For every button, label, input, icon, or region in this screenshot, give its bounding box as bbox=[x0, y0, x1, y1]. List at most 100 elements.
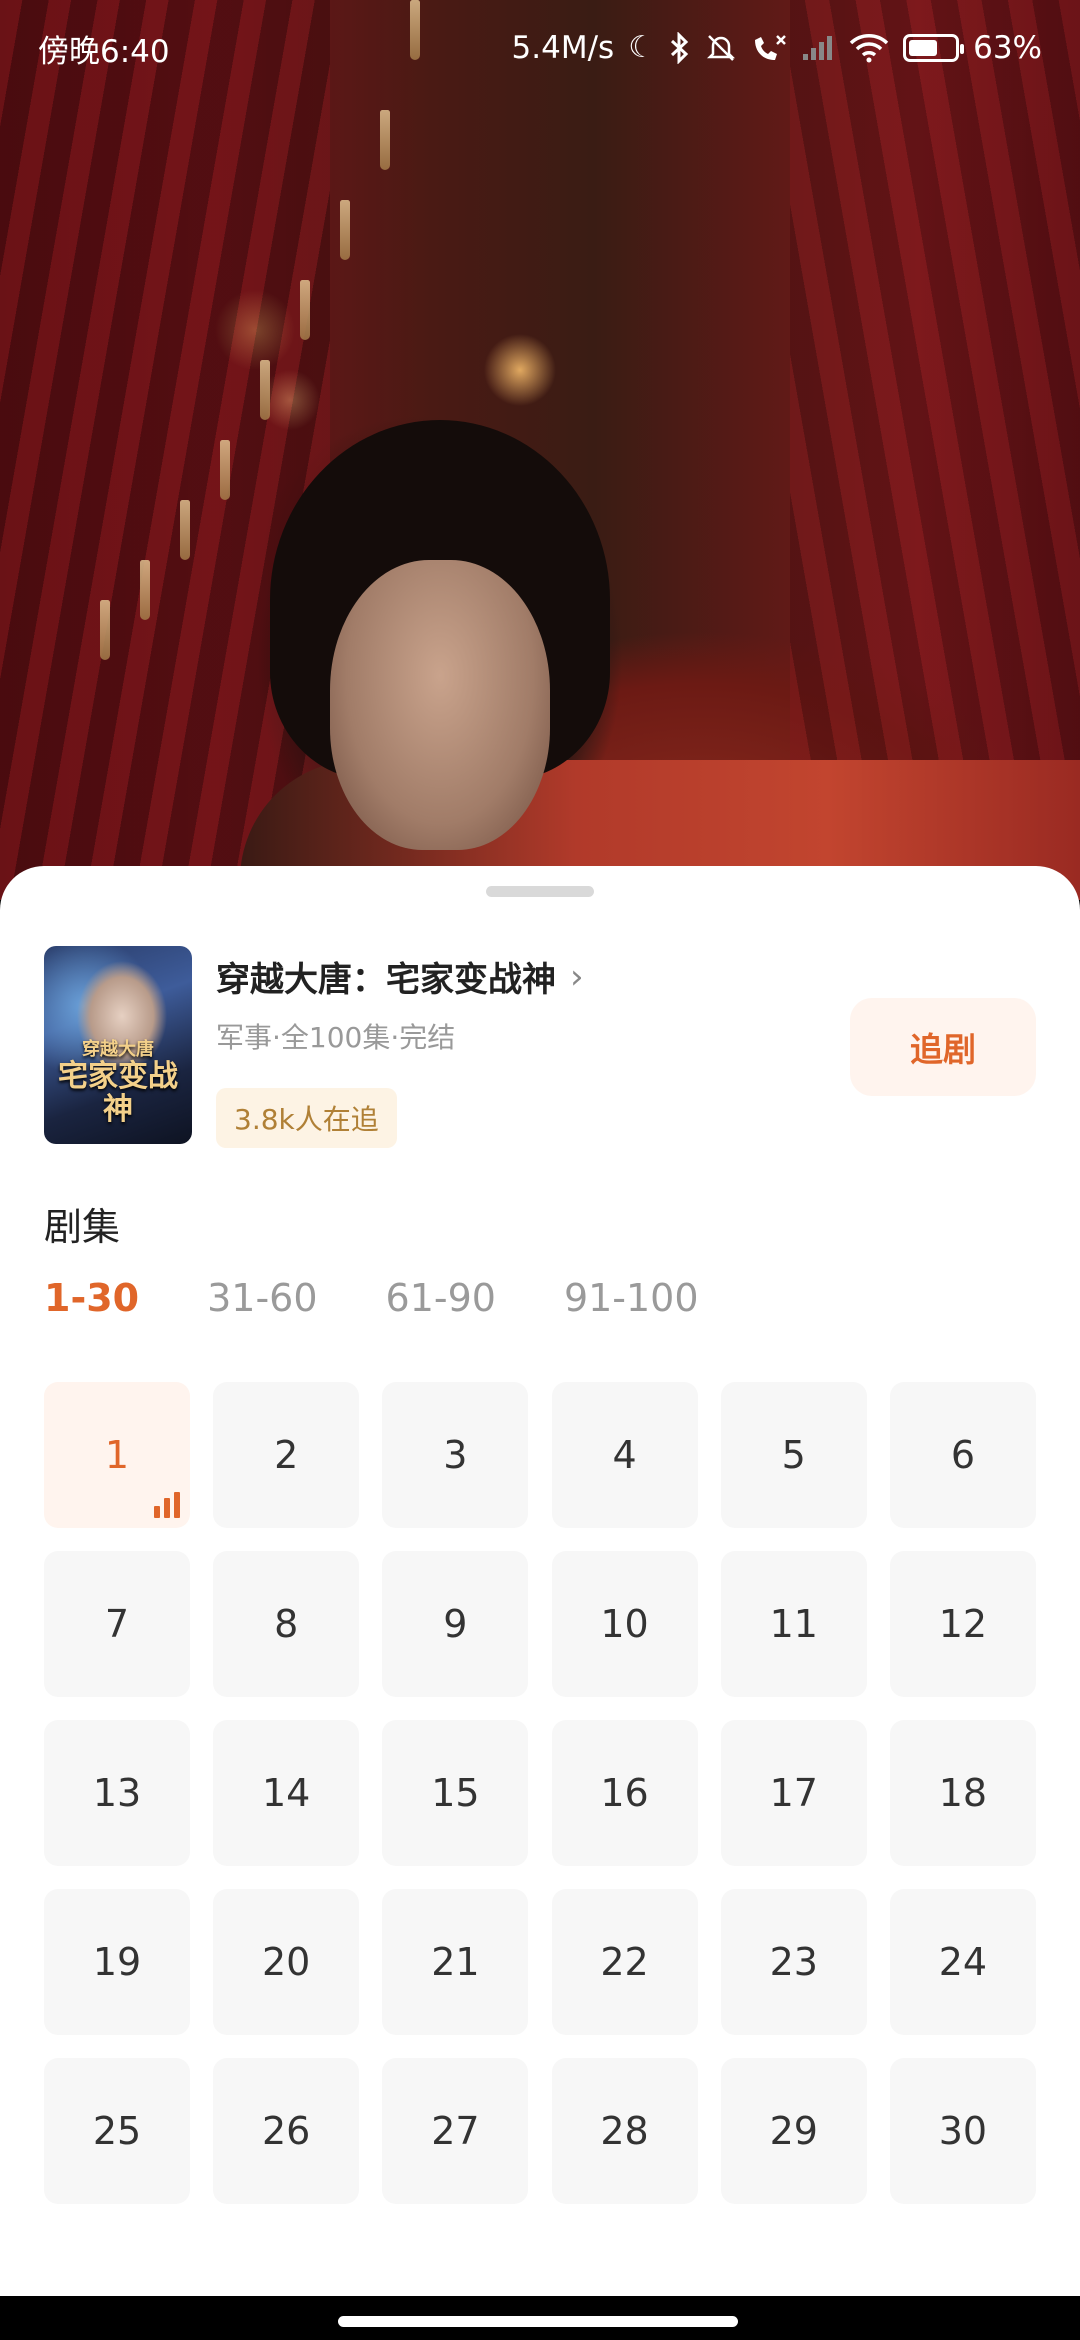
now-playing-icon bbox=[154, 1492, 180, 1518]
episode-number: 14 bbox=[262, 1771, 311, 1815]
episodes-section-title: 剧集 bbox=[44, 1205, 121, 1249]
episode-tile[interactable]: 5 bbox=[720, 1382, 867, 1528]
episode-number: 28 bbox=[600, 2109, 649, 2153]
poster-title-line2: 宅家变战神 bbox=[58, 1059, 178, 1127]
episode-tile[interactable]: 6 bbox=[889, 1382, 1036, 1528]
moon-icon: ☾ bbox=[628, 30, 656, 65]
wifi-icon bbox=[849, 34, 889, 63]
poster-title-line1: 穿越大唐 bbox=[82, 1039, 154, 1061]
episode-number: 1 bbox=[104, 1433, 130, 1477]
episode-tile[interactable]: 21 bbox=[382, 1889, 529, 2035]
episode-tile[interactable]: 14 bbox=[213, 1720, 360, 1866]
episode-tile[interactable]: 3 bbox=[382, 1382, 529, 1528]
tab-range-61-90[interactable]: 61-90 bbox=[386, 1276, 496, 1320]
episode-number: 24 bbox=[938, 1940, 988, 1984]
episode-tile[interactable]: 9 bbox=[382, 1551, 529, 1697]
episode-tile[interactable]: 10 bbox=[551, 1551, 698, 1697]
episode-number: 23 bbox=[769, 1940, 818, 1984]
signal-icon bbox=[803, 36, 833, 60]
episode-tile[interactable]: 16 bbox=[551, 1720, 698, 1866]
episode-number: 11 bbox=[769, 1602, 818, 1646]
episode-number: 19 bbox=[92, 1940, 142, 1984]
episode-tile[interactable]: 27 bbox=[382, 2058, 529, 2204]
episode-tile[interactable]: 2 bbox=[213, 1382, 360, 1528]
episode-tile[interactable]: 28 bbox=[551, 2058, 698, 2204]
episode-tile[interactable]: 20 bbox=[213, 1889, 360, 2035]
tassel bbox=[340, 200, 350, 260]
drama-title-link[interactable]: 穿越大唐：宅家变战神 › bbox=[216, 952, 584, 1001]
episode-number: 9 bbox=[443, 1602, 468, 1646]
tassel bbox=[180, 500, 190, 560]
episode-tile[interactable]: 12 bbox=[889, 1551, 1036, 1697]
episode-tile[interactable]: 13 bbox=[44, 1720, 190, 1866]
episode-sheet: 穿越大唐 宅家变战神 穿越大唐：宅家变战神 › 军事·全100集·完结 3.8k… bbox=[0, 866, 1080, 2296]
episode-number: 25 bbox=[92, 2109, 142, 2153]
bell-muted-icon bbox=[707, 35, 736, 61]
episode-tile[interactable]: 17 bbox=[720, 1720, 867, 1866]
episode-range-tabs: 1-30 31-60 61-90 91-100 bbox=[44, 1276, 699, 1320]
video-player[interactable] bbox=[0, 0, 1080, 900]
actor-face bbox=[330, 560, 550, 850]
tassel bbox=[100, 600, 110, 660]
follow-button[interactable]: 追剧 bbox=[850, 998, 1036, 1096]
call-missed-icon bbox=[755, 35, 786, 60]
episode-tile[interactable]: 22 bbox=[551, 1889, 698, 2035]
battery-percent: 63% bbox=[973, 30, 1042, 66]
episode-number: 18 bbox=[938, 1771, 988, 1815]
episode-tile[interactable]: 24 bbox=[889, 1889, 1036, 2035]
episode-tile[interactable]: 7 bbox=[44, 1551, 190, 1697]
episode-number: 20 bbox=[262, 1940, 311, 1984]
curtain-right bbox=[790, 0, 1080, 780]
episode-number: 2 bbox=[274, 1433, 299, 1477]
episode-tile[interactable]: 4 bbox=[551, 1382, 698, 1528]
episode-number: 3 bbox=[443, 1433, 468, 1477]
episode-tile[interactable]: 15 bbox=[382, 1720, 529, 1866]
episode-number: 15 bbox=[431, 1771, 480, 1815]
tassel bbox=[140, 560, 150, 620]
episode-tile[interactable]: 18 bbox=[889, 1720, 1036, 1866]
episode-tile[interactable]: 25 bbox=[44, 2058, 190, 2204]
battery-icon bbox=[903, 34, 965, 62]
episode-number: 21 bbox=[431, 1940, 480, 1984]
net-speed: 5.4M/s bbox=[511, 30, 615, 66]
tab-range-1-30[interactable]: 1-30 bbox=[44, 1276, 139, 1320]
episode-tile[interactable]: 29 bbox=[720, 2058, 867, 2204]
episode-number: 29 bbox=[769, 2109, 818, 2153]
tassel bbox=[220, 440, 230, 500]
status-time: 傍晚6:40 bbox=[38, 33, 170, 70]
drama-title: 穿越大唐：宅家变战神 bbox=[216, 960, 556, 1000]
followers-badge: 3.8k人在追 bbox=[216, 1088, 397, 1148]
episode-tile[interactable]: 26 bbox=[213, 2058, 360, 2204]
bluetooth-icon bbox=[671, 32, 689, 64]
episode-tile[interactable]: 19 bbox=[44, 1889, 190, 2035]
episode-number: 17 bbox=[769, 1771, 818, 1815]
episode-number: 12 bbox=[938, 1602, 988, 1646]
episode-number: 10 bbox=[600, 1602, 649, 1646]
episode-tile[interactable]: 23 bbox=[720, 1889, 867, 2035]
drama-poster[interactable]: 穿越大唐 宅家变战神 bbox=[44, 946, 192, 1144]
home-indicator[interactable] bbox=[338, 2316, 738, 2327]
episode-number: 26 bbox=[262, 2109, 311, 2153]
episode-number: 16 bbox=[600, 1771, 649, 1815]
episode-number: 8 bbox=[274, 1602, 299, 1646]
tassel bbox=[380, 110, 390, 170]
chevron-right-icon: › bbox=[570, 956, 584, 997]
episode-tile[interactable]: 8 bbox=[213, 1551, 360, 1697]
poster-title: 穿越大唐 宅家变战神 bbox=[44, 1040, 192, 1126]
status-bar: 傍晚6:40 5.4M/s ☾ 63% bbox=[0, 0, 1080, 96]
episode-tile[interactable]: 1 bbox=[44, 1382, 190, 1528]
episode-number: 13 bbox=[92, 1771, 142, 1815]
episode-number: 4 bbox=[612, 1433, 637, 1477]
drama-meta: 军事·全100集·完结 bbox=[216, 1021, 456, 1054]
episode-tile[interactable]: 11 bbox=[720, 1551, 867, 1697]
tassel bbox=[300, 280, 310, 340]
episode-number: 30 bbox=[938, 2109, 988, 2153]
episode-grid: 1 2 3 4 5 6 7 8 9 10 11 12 13 14 15 16 17 18 19 20 21 22 23 24 2… bbox=[44, 1382, 1036, 2204]
tab-range-91-100[interactable]: 91-100 bbox=[564, 1276, 699, 1320]
tab-range-31-60[interactable]: 31-60 bbox=[207, 1276, 317, 1320]
episode-tile[interactable]: 30 bbox=[889, 2058, 1036, 2204]
episode-number: 7 bbox=[104, 1602, 130, 1646]
drag-handle[interactable] bbox=[486, 886, 594, 897]
tassel bbox=[260, 360, 270, 420]
curtain-left bbox=[0, 0, 330, 900]
